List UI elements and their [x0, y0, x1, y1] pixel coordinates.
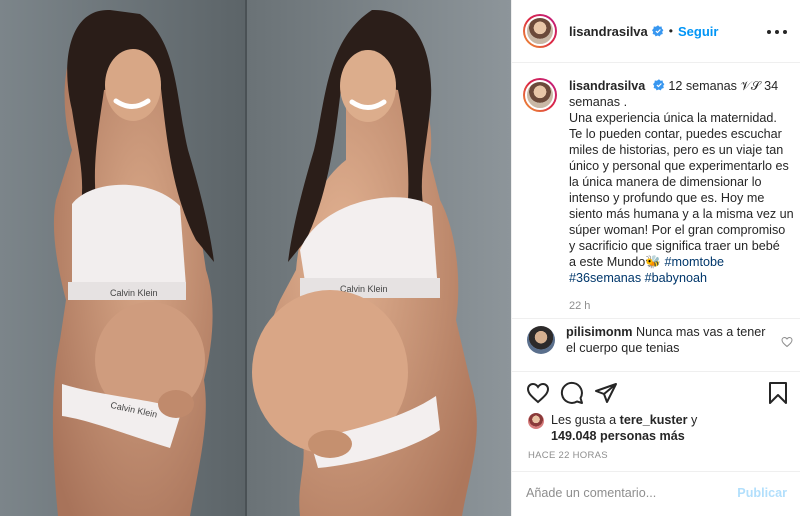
caption-line: miles de historias, pero es un viaje tan — [569, 143, 784, 157]
caption-line: intenso y profundo que es. Hoy me — [569, 191, 765, 205]
likes-prefix: Les gusta a — [551, 413, 617, 427]
likes-conj: y — [691, 413, 698, 427]
comment-body: Nunca mas vas a tener — [635, 325, 766, 339]
action-bar — [526, 381, 790, 405]
caption-line: a este Mundo🐝 — [569, 255, 661, 269]
likes-count[interactable]: 149.048 personas más — [551, 428, 697, 444]
post-photo[interactable]: Calvin Klein Calvin Klein Calvin Klein — [0, 0, 511, 516]
add-comment-bar: Añade un comentario... Publicar — [512, 471, 800, 516]
actions-section: Les gusta a tere_kuster y 149.048 person… — [512, 371, 800, 516]
caption-line: semanas . — [569, 95, 628, 109]
hashtag-babynoah[interactable]: #babynoah — [645, 271, 707, 285]
bookmark-icon[interactable] — [766, 381, 790, 405]
caption: lisandrasilva 12 semanas 𝒱𝒮 34 semanas .… — [523, 78, 800, 314]
hashtag-36semanas[interactable]: #36semanas — [569, 271, 641, 285]
caption-line: único y personal que experimentarlo es — [569, 159, 789, 173]
commenter-avatar[interactable] — [527, 326, 555, 354]
author-avatar[interactable] — [523, 14, 557, 48]
heart-icon[interactable] — [526, 381, 550, 405]
caption-line: y sacrificio que significa traer un bebé — [569, 239, 780, 253]
post-details-panel: lisandrasilva • Seguir lisandrasilva 12 … — [511, 0, 800, 516]
caption-line: 12 semanas 𝒱𝒮 34 — [668, 79, 779, 93]
more-options-icon[interactable] — [767, 22, 787, 42]
comment-item: pilisimonm Nunca mas vas a tener el cuer… — [523, 324, 793, 356]
caption-text: lisandrasilva 12 semanas 𝒱𝒮 34 semanas .… — [569, 78, 800, 314]
caption-line: súper woman! Por el gran compromiso — [569, 223, 786, 237]
comment-body-line-2: el cuerpo que tenias — [566, 341, 680, 355]
caption-verified-icon — [652, 79, 665, 91]
brand-label-left: Calvin Klein — [110, 288, 158, 298]
liker-avatar[interactable] — [528, 413, 544, 429]
likes-summary: Les gusta a tere_kuster y 149.048 person… — [528, 412, 697, 444]
verified-badge-icon — [651, 25, 664, 37]
commenter-username[interactable]: pilisimonm — [566, 325, 632, 339]
publish-button[interactable]: Publicar — [737, 486, 787, 500]
post-header: lisandrasilva • Seguir — [512, 0, 800, 63]
caption-avatar[interactable] — [523, 78, 557, 112]
comment-text: pilisimonm Nunca mas vas a tener el cuer… — [566, 324, 766, 356]
comment-icon[interactable] — [560, 381, 584, 405]
share-icon[interactable] — [594, 381, 618, 405]
follow-button[interactable]: Seguir — [678, 24, 718, 39]
caption-username[interactable]: lisandrasilva — [569, 79, 645, 93]
post-image: Calvin Klein Calvin Klein Calvin Klein — [0, 0, 511, 516]
comment-input[interactable]: Añade un comentario... — [526, 486, 656, 500]
caption-line: la única manera de dimensionar lo — [569, 175, 762, 189]
caption-section: lisandrasilva 12 semanas 𝒱𝒮 34 semanas .… — [512, 64, 800, 319]
caption-line: Te lo pueden contar, puedes escuchar — [569, 127, 782, 141]
post-timestamp[interactable]: HACE 22 HORAS — [528, 450, 608, 461]
liker-username[interactable]: tere_kuster — [620, 413, 688, 427]
separator-dot: • — [668, 24, 673, 38]
caption-line: Una experiencia única la maternidad. — [569, 111, 777, 125]
like-comment-heart-icon[interactable] — [781, 336, 793, 348]
author-username[interactable]: lisandrasilva — [569, 24, 648, 39]
hashtag-momtobe[interactable]: #momtobe — [665, 255, 725, 269]
caption-line: siento más humana y a la misma vez un — [569, 207, 794, 221]
caption-time[interactable]: 22 h — [569, 298, 800, 314]
